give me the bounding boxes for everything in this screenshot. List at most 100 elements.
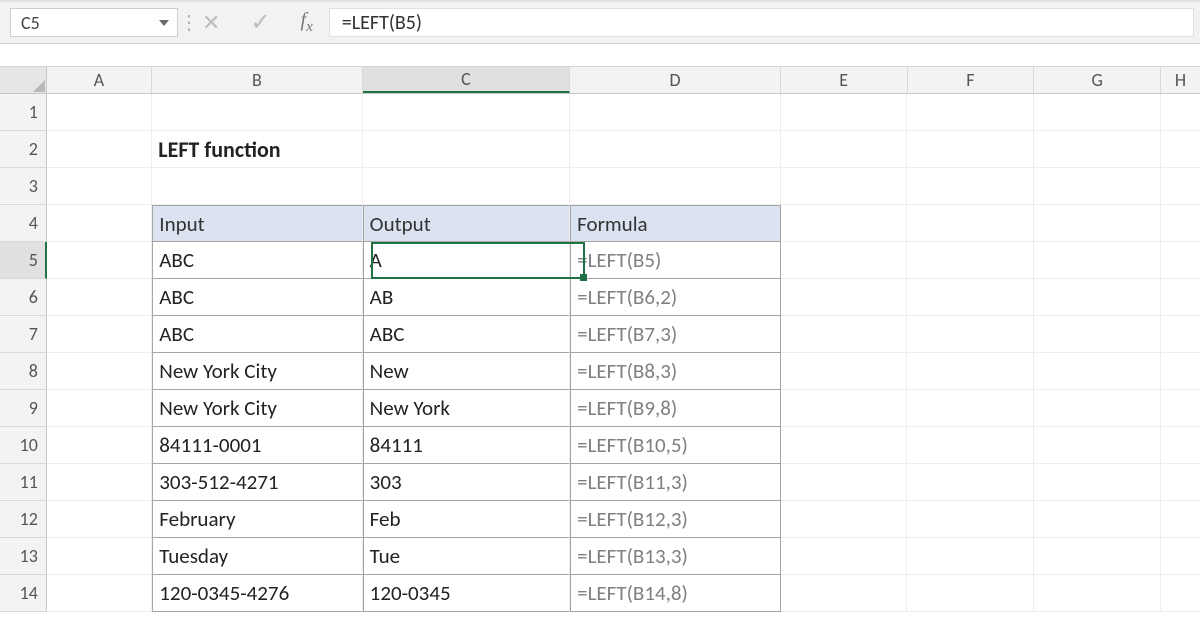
- cell-F12[interactable]: [907, 501, 1034, 538]
- cell-E4[interactable]: [781, 205, 908, 242]
- cell-F13[interactable]: [907, 538, 1034, 575]
- cell-E3[interactable]: [781, 168, 908, 205]
- cell-C11[interactable]: 303: [363, 464, 570, 501]
- cell-E12[interactable]: [781, 501, 908, 538]
- cell-C2[interactable]: [363, 131, 570, 168]
- cell-A14[interactable]: [47, 575, 152, 612]
- cell-B1[interactable]: [152, 94, 362, 131]
- name-box[interactable]: C5: [10, 8, 178, 37]
- cell-D9[interactable]: =LEFT(B9,8): [570, 390, 780, 427]
- row-header-7[interactable]: 7: [0, 316, 47, 353]
- cell-H6[interactable]: [1161, 279, 1200, 316]
- cell-H11[interactable]: [1161, 464, 1200, 501]
- cell-E6[interactable]: [781, 279, 908, 316]
- cell-A7[interactable]: [47, 316, 152, 353]
- confirm-icon[interactable]: ✓: [250, 8, 270, 37]
- cell-H13[interactable]: [1161, 538, 1200, 575]
- cancel-icon[interactable]: ✕: [202, 9, 220, 36]
- cell-A3[interactable]: [47, 168, 152, 205]
- cell-H4[interactable]: [1161, 205, 1200, 242]
- cell-C12[interactable]: Feb: [363, 501, 570, 538]
- cell-D1[interactable]: [570, 94, 780, 131]
- cell-A12[interactable]: [47, 501, 152, 538]
- cell-H7[interactable]: [1161, 316, 1200, 353]
- cell-C3[interactable]: [363, 168, 570, 205]
- cell-A13[interactable]: [47, 538, 152, 575]
- cell-D2[interactable]: [570, 131, 780, 168]
- cell-F8[interactable]: [907, 353, 1034, 390]
- cell-E5[interactable]: [781, 242, 908, 279]
- cell-C7[interactable]: ABC: [363, 316, 570, 353]
- cell-A6[interactable]: [47, 279, 152, 316]
- cell-G6[interactable]: [1034, 279, 1161, 316]
- col-header-B[interactable]: B: [152, 67, 363, 93]
- cell-G14[interactable]: [1034, 575, 1161, 612]
- row-header-2[interactable]: 2: [0, 131, 47, 168]
- cell-B13[interactable]: Tuesday: [152, 538, 362, 575]
- cell-H5[interactable]: [1161, 242, 1200, 279]
- cell-C6[interactable]: AB: [363, 279, 570, 316]
- row-header-8[interactable]: 8: [0, 353, 47, 390]
- cell-D13[interactable]: =LEFT(B13,3): [570, 538, 780, 575]
- col-header-D[interactable]: D: [570, 67, 781, 93]
- cell-C4[interactable]: Output: [363, 205, 570, 242]
- cell-E11[interactable]: [781, 464, 908, 501]
- cell-A5[interactable]: [47, 242, 152, 279]
- cell-B14[interactable]: 120-0345-4276: [152, 575, 362, 612]
- row-header-5[interactable]: 5: [0, 242, 47, 279]
- col-header-G[interactable]: G: [1034, 67, 1161, 93]
- cell-F1[interactable]: [907, 94, 1034, 131]
- cell-D6[interactable]: =LEFT(B6,2): [570, 279, 780, 316]
- cell-G3[interactable]: [1034, 168, 1161, 205]
- cell-F9[interactable]: [907, 390, 1034, 427]
- cell-H12[interactable]: [1161, 501, 1200, 538]
- select-all-corner[interactable]: [0, 67, 47, 93]
- cell-D14[interactable]: =LEFT(B14,8): [570, 575, 780, 612]
- cell-B12[interactable]: February: [152, 501, 362, 538]
- cell-F2[interactable]: [907, 131, 1034, 168]
- cell-H3[interactable]: [1161, 168, 1200, 205]
- cell-C13[interactable]: Tue: [363, 538, 570, 575]
- cell-D5[interactable]: =LEFT(B5): [570, 242, 780, 279]
- cell-G12[interactable]: [1034, 501, 1161, 538]
- cell-D12[interactable]: =LEFT(B12,3): [570, 501, 780, 538]
- row-header-10[interactable]: 10: [0, 427, 47, 464]
- cell-E7[interactable]: [781, 316, 908, 353]
- cell-E14[interactable]: [781, 575, 908, 612]
- cell-H9[interactable]: [1161, 390, 1200, 427]
- cell-B4[interactable]: Input: [152, 205, 362, 242]
- cell-G9[interactable]: [1034, 390, 1161, 427]
- col-header-A[interactable]: A: [47, 67, 152, 93]
- cell-C10[interactable]: 84111: [363, 427, 570, 464]
- row-header-14[interactable]: 14: [0, 575, 47, 612]
- cell-H8[interactable]: [1161, 353, 1200, 390]
- row-header-3[interactable]: 3: [0, 168, 47, 205]
- cell-B6[interactable]: ABC: [152, 279, 362, 316]
- cell-G5[interactable]: [1034, 242, 1161, 279]
- cell-G7[interactable]: [1034, 316, 1161, 353]
- cell-C5[interactable]: A: [363, 242, 570, 279]
- cell-A4[interactable]: [47, 205, 152, 242]
- row-header-6[interactable]: 6: [0, 279, 47, 316]
- cell-A1[interactable]: [47, 94, 152, 131]
- cell-F11[interactable]: [907, 464, 1034, 501]
- cell-A9[interactable]: [47, 390, 152, 427]
- cell-E2[interactable]: [781, 131, 908, 168]
- cell-A10[interactable]: [47, 427, 152, 464]
- cell-G10[interactable]: [1034, 427, 1161, 464]
- cell-E10[interactable]: [781, 427, 908, 464]
- cell-C8[interactable]: New: [363, 353, 570, 390]
- row-header-13[interactable]: 13: [0, 538, 47, 575]
- cell-F7[interactable]: [907, 316, 1034, 353]
- cell-F5[interactable]: [907, 242, 1034, 279]
- cell-B3[interactable]: [152, 168, 362, 205]
- cell-A2[interactable]: [47, 131, 152, 168]
- cell-G11[interactable]: [1034, 464, 1161, 501]
- cell-B10[interactable]: 84111-0001: [152, 427, 362, 464]
- spreadsheet-grid[interactable]: A B C D E F G H 1 2 LEFT function: [0, 66, 1200, 612]
- col-header-F[interactable]: F: [908, 67, 1035, 93]
- cell-H2[interactable]: [1161, 131, 1200, 168]
- cell-D8[interactable]: =LEFT(B8,3): [570, 353, 780, 390]
- cell-H1[interactable]: [1161, 94, 1200, 131]
- cell-F10[interactable]: [907, 427, 1034, 464]
